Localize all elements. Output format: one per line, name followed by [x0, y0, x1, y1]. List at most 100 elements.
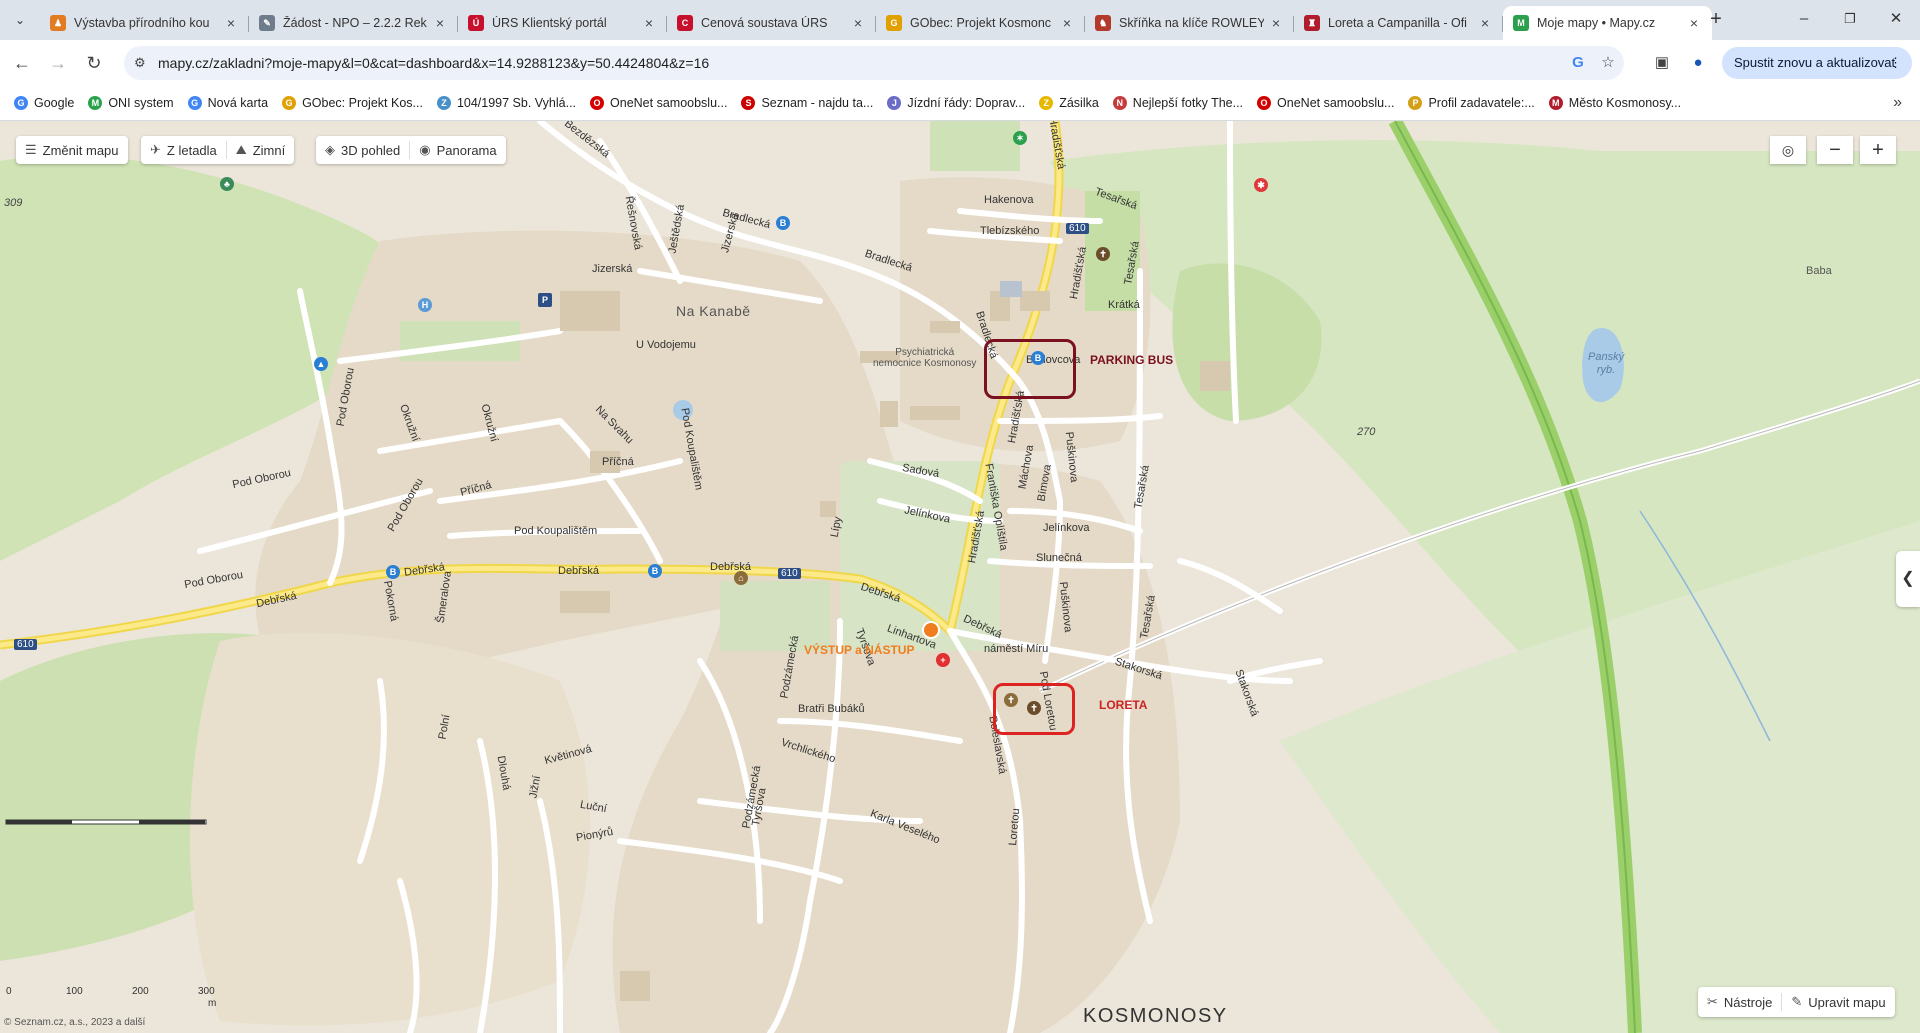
browser-tab[interactable]: ✎ Žádost - NPO – 2.2.2 Rek ×: [249, 6, 458, 40]
browser-toolbar: ← → ↻ ⚙ mapy.cz/zakladni?moje-mapy&l=0&c…: [0, 40, 1920, 86]
bookmark-favicon-icon: O: [1257, 96, 1272, 110]
forward-arrow-icon[interactable]: →: [44, 49, 72, 77]
winter-button[interactable]: ⛰ Zimní: [227, 136, 294, 164]
google-lens-icon[interactable]: G: [1568, 53, 1588, 73]
hospital-line-1: Psychiatrická: [895, 347, 955, 358]
back-arrow-icon[interactable]: ←: [8, 49, 36, 77]
pond-line-2: ryb.: [1596, 364, 1616, 376]
bookmark-item[interactable]: N Nejlepší fotky The...: [1112, 96, 1243, 110]
bus-stop-icon[interactable]: B: [386, 565, 400, 579]
mountain-icon: ⛰: [235, 142, 247, 157]
parking-sign-icon[interactable]: P: [538, 293, 552, 307]
change-map-label: Změnit mapu: [42, 142, 119, 158]
scale-label: 100: [66, 986, 83, 997]
tab-close-icon[interactable]: ×: [432, 15, 448, 31]
restore-button[interactable]: ❐: [1827, 8, 1873, 32]
url-text[interactable]: mapy.cz/zakladni?moje-mapy&l=0&cat=dashb…: [158, 55, 709, 71]
street-label: Jizerská: [592, 263, 633, 275]
browser-tab[interactable]: C Cenová soustava ÚRS ×: [667, 6, 876, 40]
elevation-270: 270: [1357, 426, 1376, 438]
sport-icon[interactable]: ✶: [1013, 131, 1027, 145]
minimize-button[interactable]: –: [1781, 8, 1827, 32]
bookmark-item[interactable]: Z Zásilka: [1039, 96, 1099, 110]
castle-icon[interactable]: ⌂: [734, 571, 748, 585]
drop-off-stop-marker[interactable]: [922, 621, 940, 639]
map-mode-controls: ✈ Z letadla ⛰ Zimní: [141, 136, 295, 164]
bookmark-favicon-icon: G: [187, 96, 202, 110]
zoom-in-button[interactable]: +: [1860, 136, 1896, 164]
tree-icon[interactable]: ♣: [220, 177, 234, 191]
site-settings-icon[interactable]: ⚙: [134, 55, 146, 71]
address-bar[interactable]: ⚙ mapy.cz/zakladni?moje-mapy&l=0&cat=das…: [124, 46, 1624, 80]
bookmark-star-icon[interactable]: ☆: [1598, 53, 1618, 73]
view-3d-button[interactable]: ◈ 3D pohled: [316, 136, 409, 164]
place-pansky-rybnik: Panský ryb.: [1588, 351, 1624, 377]
new-tab-button[interactable]: +: [1702, 8, 1730, 32]
side-panel-toggle[interactable]: ❮: [1896, 551, 1920, 607]
bookmark-item[interactable]: G Google: [14, 96, 74, 110]
bookmark-item[interactable]: S Seznam - najdu ta...: [741, 96, 873, 110]
bookmark-item[interactable]: O OneNet samoobslu...: [590, 96, 727, 110]
browser-tab[interactable]: M Moje mapy • Mapy.cz ×: [1503, 6, 1712, 40]
tab-close-icon[interactable]: ×: [641, 15, 657, 31]
bookmark-label: Google: [34, 96, 75, 110]
elevation-309: 309: [4, 197, 23, 209]
view-3d-label: 3D pohled: [341, 142, 401, 158]
bookmark-item[interactable]: Z 104/1997 Sb. Vyhlá...: [436, 96, 576, 110]
bookmark-label: Zásilka: [1059, 96, 1099, 110]
profile-avatar-icon[interactable]: ●: [1686, 51, 1710, 75]
bottom-tools: ✂ Nástroje ✎ Upravit mapu: [1698, 987, 1895, 1017]
tab-close-icon[interactable]: ×: [1477, 15, 1493, 31]
relaunch-update-button[interactable]: Spustit znovu a aktualizovat ⋮: [1722, 47, 1912, 79]
panorama-button[interactable]: ◉ Panorama: [410, 136, 505, 164]
bookmark-item[interactable]: J Jízdní řády: Doprav...: [887, 96, 1025, 110]
loreta-highlight[interactable]: [993, 683, 1075, 735]
tab-close-icon[interactable]: ×: [1059, 15, 1075, 31]
cemetery-chapel-icon[interactable]: ✝: [1096, 247, 1110, 261]
map-canvas[interactable]: 610 610 610 Na Kanabě Psychiatrická nemoc…: [0, 121, 1920, 1033]
bookmark-item[interactable]: M Město Kosmonosy...: [1548, 96, 1681, 110]
layers-icon: ☰: [25, 142, 37, 157]
bookmark-item[interactable]: P Profil zadavatele:...: [1408, 96, 1535, 110]
camp-tent-icon[interactable]: ▲: [314, 357, 328, 371]
bus-stop-icon[interactable]: B: [776, 216, 790, 230]
browser-tab[interactable]: ♜ Loreta a Campanilla - Ofi ×: [1294, 6, 1503, 40]
street-label: Jelínkova: [1043, 522, 1090, 534]
pharmacy-cross-icon[interactable]: +: [936, 653, 950, 667]
tab-favicon-icon: G: [886, 15, 902, 31]
place-hospital: Psychiatrická nemocnice Kosmonosy: [873, 347, 976, 369]
reload-icon[interactable]: ↻: [80, 49, 108, 77]
change-map-button[interactable]: ☰ Změnit mapu: [16, 136, 128, 164]
browser-tab[interactable]: ♞ Skříňka na klíče ROWLEY ×: [1085, 6, 1294, 40]
zoom-out-button[interactable]: −: [1817, 136, 1853, 164]
tab-close-icon[interactable]: ×: [1686, 15, 1702, 31]
scale-unit: m: [208, 998, 217, 1009]
browser-tab[interactable]: ♟ Výstavba přírodního kou ×: [40, 6, 249, 40]
bookmark-item[interactable]: M ONI system: [88, 96, 174, 110]
bookmark-item[interactable]: G Nová karta: [187, 96, 268, 110]
hotel-icon[interactable]: H: [418, 298, 432, 312]
browser-tab[interactable]: Ú ÚRS Klientský portál ×: [458, 6, 667, 40]
parking-bus-highlight[interactable]: [984, 339, 1076, 399]
side-panel-icon[interactable]: ▣: [1650, 51, 1674, 75]
tab-title: GObec: Projekt Kosmonc: [910, 16, 1052, 30]
locate-me-button[interactable]: ◎: [1770, 136, 1806, 164]
bus-stop-icon[interactable]: B: [648, 564, 662, 578]
bookmarks-overflow-button[interactable]: »: [1893, 94, 1902, 112]
tab-close-icon[interactable]: ×: [850, 15, 866, 31]
bookmark-item[interactable]: G GObec: Projekt Kos...: [282, 96, 423, 110]
tab-close-icon[interactable]: ×: [1268, 15, 1284, 31]
change-map-control[interactable]: ☰ Změnit mapu: [16, 136, 128, 164]
more-menu-icon[interactable]: ⋮: [1889, 47, 1902, 79]
tools-button[interactable]: ✂ Nástroje: [1698, 988, 1781, 1016]
map-copyright[interactable]: © Seznam.cz, a.s., 2023 a další: [4, 1017, 145, 1028]
tab-favicon-icon: ♞: [1095, 15, 1111, 31]
bookmark-item[interactable]: O OneNet samoobslu...: [1257, 96, 1394, 110]
tab-search-chevron-icon[interactable]: ⌄: [8, 8, 32, 32]
close-window-button[interactable]: ✕: [1873, 8, 1919, 32]
tab-close-icon[interactable]: ×: [223, 15, 239, 31]
viewpoint-icon[interactable]: ✱: [1254, 178, 1268, 192]
edit-map-button[interactable]: ✎ Upravit mapu: [1782, 988, 1894, 1016]
aerial-button[interactable]: ✈ Z letadla: [141, 136, 226, 164]
browser-tab[interactable]: G GObec: Projekt Kosmonc ×: [876, 6, 1085, 40]
